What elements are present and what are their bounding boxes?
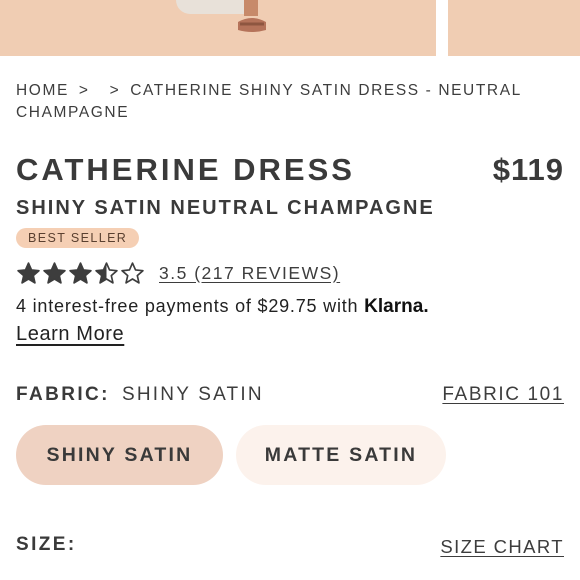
star-filled-icon [69, 261, 92, 284]
breadcrumb-home[interactable]: HOME [16, 82, 69, 99]
klarna-period: . [423, 296, 429, 317]
reviews-link[interactable]: 3.5 (217 REVIEWS) [159, 263, 340, 284]
fabric-101-link[interactable]: FABRIC 101 [442, 384, 564, 406]
breadcrumb-separator: > [78, 82, 90, 99]
rating-stars[interactable] [16, 261, 145, 286]
breadcrumb-separator: > [109, 82, 121, 99]
breadcrumb: HOME > > CATHERINE SHINY SATIN DRESS - NEUT… [16, 80, 536, 124]
learn-more-link[interactable]: Learn More [16, 323, 124, 346]
product-rating: 3.5 (217 REVIEWS) [16, 259, 340, 287]
sandal-image [238, 0, 266, 32]
fabric-option-matte-satin[interactable]: MATTE SATIN [236, 425, 446, 485]
klarna-logo: Klarna [364, 296, 424, 317]
payments-text: 4 interest-free payments of $29.75 with [16, 296, 365, 316]
best-seller-badge: BEST SELLER [16, 228, 140, 248]
fabric-selected-value: SHINY SATIN [122, 384, 264, 405]
size-chart-link[interactable]: SIZE CHART [440, 536, 564, 558]
product-image-main[interactable] [0, 0, 436, 56]
star-half-icon [95, 261, 118, 284]
product-price: $119 [492, 152, 564, 187]
product-subtitle: SHINY SATIN NEUTRAL CHAMPAGNE [16, 197, 435, 219]
product-image-next[interactable] [448, 0, 580, 56]
star-empty-icon [121, 261, 144, 284]
breadcrumb-current: CATHERINE SHINY SATIN DRESS - NEUTRAL CH… [16, 82, 522, 121]
size-label: SIZE: [16, 534, 77, 555]
star-filled-icon [43, 261, 66, 284]
fabric-header: FABRIC: SHINY SATIN FABRIC 101 [16, 384, 564, 410]
product-title: CATHERINE DRESS [16, 152, 355, 187]
product-image-carousel[interactable] [0, 0, 580, 56]
fabric-option-shiny-satin[interactable]: SHINY SATIN [16, 425, 223, 485]
klarna-payments: 4 interest-free payments of $29.75 with … [16, 296, 429, 318]
star-filled-icon [17, 261, 40, 284]
fabric-label: FABRIC: [16, 384, 110, 405]
